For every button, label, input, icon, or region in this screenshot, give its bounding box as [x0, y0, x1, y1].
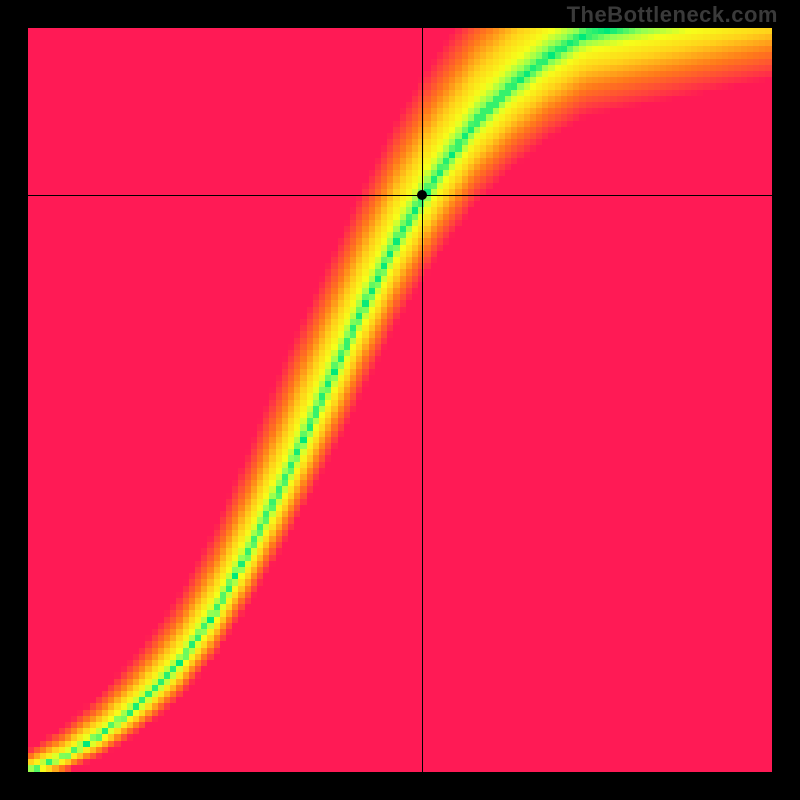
chart-frame: TheBottleneck.com: [0, 0, 800, 800]
crosshair-horizontal: [28, 195, 772, 196]
selection-marker: [417, 190, 427, 200]
bottleneck-heatmap: [28, 28, 772, 772]
crosshair-vertical: [422, 28, 423, 772]
watermark-text: TheBottleneck.com: [567, 2, 778, 28]
